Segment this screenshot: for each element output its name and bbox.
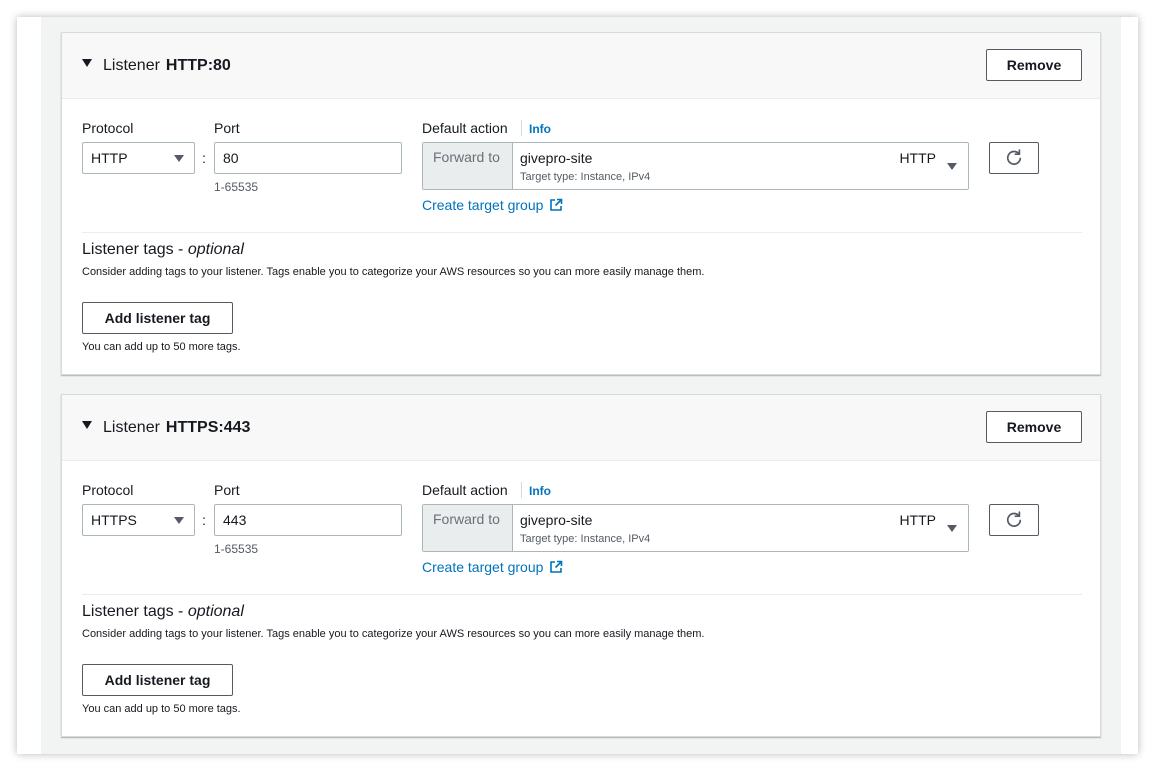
external-link-icon — [550, 560, 563, 573]
info-link[interactable]: Info — [529, 484, 551, 498]
forward-to-label: Forward to — [423, 143, 513, 189]
info-separator — [521, 482, 522, 498]
info-separator — [521, 120, 522, 136]
listener-header[interactable]: Listener HTTPS:443 Remove — [62, 395, 1100, 461]
dropdown-triangle-icon — [174, 155, 184, 162]
port-input[interactable]: 443 — [214, 504, 402, 536]
listener-value: HTTP:80 — [165, 57, 231, 74]
section-divider — [82, 594, 1082, 595]
dropdown-triangle-icon — [174, 517, 184, 524]
add-listener-tag-button[interactable]: Add listener tag — [82, 664, 233, 696]
listener-panel-http: Listener HTTP:80 Remove Protocol HTTP : P… — [61, 32, 1101, 375]
port-colon: : — [202, 150, 206, 166]
target-group-name: givepro-site — [520, 512, 593, 528]
create-target-group-link[interactable]: Create target group — [422, 559, 563, 575]
listener-title: Listener HTTP:80 — [103, 57, 231, 74]
target-group-protocol: HTTP — [899, 512, 936, 528]
target-group-type: Target type: Instance, IPv4 — [520, 533, 651, 545]
default-action-label: Default action — [422, 120, 508, 136]
tags-description: Consider adding tags to your listener. T… — [82, 628, 705, 640]
port-value: 443 — [223, 512, 247, 528]
target-group-select[interactable]: Forward to givepro-site Target type: Ins… — [422, 142, 969, 190]
refresh-button[interactable] — [989, 504, 1039, 536]
protocol-label: Protocol — [82, 120, 134, 136]
tags-title: Listener tags - optional — [82, 241, 244, 258]
tags-limit: You can add up to 50 more tags. — [82, 703, 241, 715]
port-label: Port — [214, 120, 240, 136]
create-target-group-link[interactable]: Create target group — [422, 197, 563, 213]
protocol-value: HTTP — [91, 150, 128, 166]
forward-to-label: Forward to — [423, 505, 513, 551]
default-action-label: Default action — [422, 482, 508, 498]
listener-value: HTTPS:443 — [165, 419, 251, 436]
port-input[interactable]: 80 — [214, 142, 402, 174]
caret-down-icon[interactable] — [82, 421, 92, 429]
target-group-select[interactable]: Forward to givepro-site Target type: Ins… — [422, 504, 969, 552]
dropdown-triangle-icon — [947, 163, 957, 170]
tags-limit: You can add up to 50 more tags. — [82, 341, 241, 353]
listener-header[interactable]: Listener HTTP:80 Remove — [62, 33, 1100, 99]
port-value: 80 — [223, 150, 239, 166]
refresh-icon — [1006, 149, 1022, 165]
dropdown-triangle-icon — [947, 525, 957, 532]
target-group-protocol: HTTP — [899, 150, 936, 166]
refresh-button[interactable] — [989, 142, 1039, 174]
remove-button[interactable]: Remove — [986, 49, 1082, 81]
protocol-label: Protocol — [82, 482, 134, 498]
port-colon: : — [202, 512, 206, 528]
target-group-name: givepro-site — [520, 150, 593, 166]
listener-title: Listener HTTPS:443 — [103, 419, 251, 436]
target-group-type: Target type: Instance, IPv4 — [520, 171, 651, 183]
tags-description: Consider adding tags to your listener. T… — [82, 266, 705, 278]
window-frame: Listener HTTP:80 Remove Protocol HTTP : P… — [17, 17, 1138, 754]
listener-panel-https: Listener HTTPS:443 Remove Protocol HTTPS … — [61, 394, 1101, 737]
port-label: Port — [214, 482, 240, 498]
protocol-select[interactable]: HTTPS — [82, 504, 195, 536]
add-listener-tag-button[interactable]: Add listener tag — [82, 302, 233, 334]
protocol-select[interactable]: HTTP — [82, 142, 195, 174]
refresh-icon — [1006, 511, 1022, 527]
protocol-value: HTTPS — [91, 512, 137, 528]
remove-button[interactable]: Remove — [986, 411, 1082, 443]
caret-down-icon[interactable] — [82, 59, 92, 67]
port-hint: 1-65535 — [214, 180, 259, 194]
info-link[interactable]: Info — [529, 122, 551, 136]
section-divider — [82, 232, 1082, 233]
tags-title: Listener tags - optional — [82, 603, 244, 620]
external-link-icon — [550, 198, 563, 211]
port-hint: 1-65535 — [214, 542, 259, 556]
